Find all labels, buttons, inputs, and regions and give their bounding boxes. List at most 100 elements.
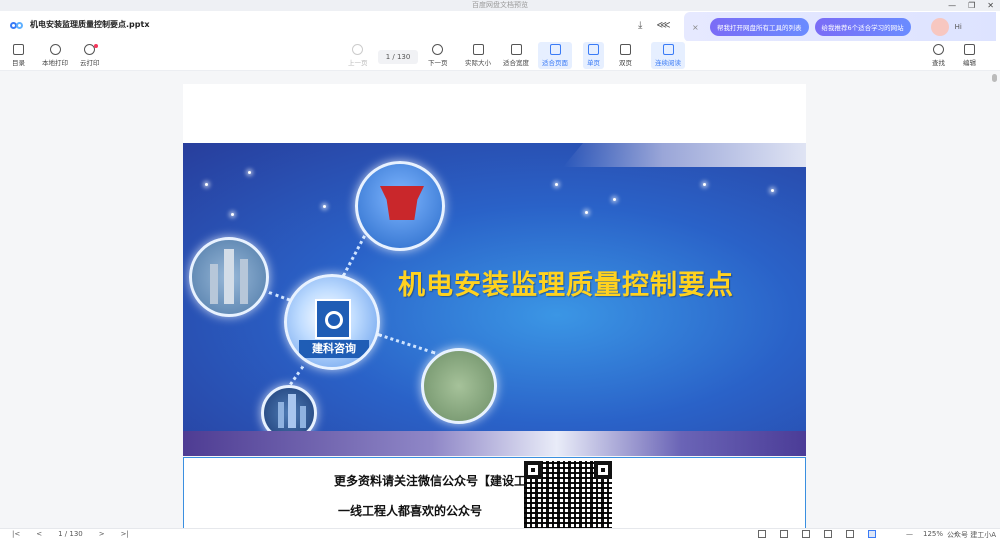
scroll-view-icon[interactable] xyxy=(802,530,810,538)
connector-line xyxy=(377,333,436,355)
fit-page-small-icon[interactable] xyxy=(868,530,876,538)
toc-button[interactable]: 目录 xyxy=(12,44,25,67)
star-decor xyxy=(231,213,234,216)
slide-top-margin xyxy=(183,84,806,143)
status-bar: |< < 1 / 130 > >| — 125% + 公众号 建工小A xyxy=(0,528,1000,541)
viewer-toolbar: 目录 本地打印 云打印 上一页 1 / 130 下一页 实际大小 适合宽度 适合… xyxy=(0,41,1000,71)
tower-shape xyxy=(300,406,306,428)
header-actions: ⤓ ⋘ xyxy=(638,20,671,31)
local-print-label: 本地打印 xyxy=(42,59,68,67)
next-page-small-button[interactable]: > xyxy=(99,530,105,538)
ai-suggestion-websites[interactable]: 给我推荐6个适合学习的网站 xyxy=(814,18,911,36)
toc-icon xyxy=(13,44,24,55)
star-decor xyxy=(205,183,208,186)
star-decor xyxy=(771,189,774,192)
edit-label: 编辑 xyxy=(963,59,976,67)
download-icon[interactable]: ⤓ xyxy=(638,20,642,31)
fit-page-label: 适合页面 xyxy=(542,59,568,67)
prev-page-button[interactable]: 上一页 xyxy=(348,44,368,67)
prev-page-small-button[interactable]: < xyxy=(36,530,42,538)
printer-icon xyxy=(49,44,61,55)
tower-shape xyxy=(210,264,218,304)
search-icon xyxy=(933,44,944,55)
zoom-out-button[interactable]: — xyxy=(906,530,913,538)
prev-icon xyxy=(352,44,364,55)
vertical-scrollbar[interactable] xyxy=(992,74,997,82)
ai-assistant-bar: × 帮我打开网盘所有工具的列表 给我推荐6个适合学习的网站 Hi xyxy=(684,12,996,42)
view-mode-buttons xyxy=(758,530,876,538)
cloud-print-badge xyxy=(94,44,98,48)
star-decor xyxy=(613,198,616,201)
single-page-label: 单页 xyxy=(587,59,600,67)
double-page-button[interactable]: 双页 xyxy=(619,44,632,67)
search-button[interactable]: 查找 xyxy=(932,44,945,67)
actual-size-small-icon[interactable] xyxy=(824,530,832,538)
share-icon[interactable]: ⋘ xyxy=(656,20,670,31)
qr-finder xyxy=(594,461,612,479)
zoom-level: 125% xyxy=(923,530,944,538)
prev-label: 上一页 xyxy=(348,59,368,67)
fit-page-button[interactable]: 适合页面 xyxy=(538,42,572,69)
double-page-label: 双页 xyxy=(619,59,632,67)
last-page-button[interactable]: >| xyxy=(121,530,129,538)
ai-greeting[interactable]: Hi xyxy=(955,23,962,31)
actual-size-button[interactable]: 实际大小 xyxy=(465,44,491,67)
single-page-icon xyxy=(588,44,599,55)
fit-width-label: 适合宽度 xyxy=(503,59,529,67)
slide-1: 建科咨询 机电安装监理质量控制要点 xyxy=(183,143,806,456)
window-titlebar: 百度网盘文档预览 — ❐ ✕ xyxy=(0,0,1000,11)
window-title: 百度网盘文档预览 xyxy=(472,1,528,9)
star-decor xyxy=(555,183,558,186)
single-page-button[interactable]: 单页 xyxy=(583,42,604,69)
local-print-button[interactable]: 本地打印 xyxy=(42,44,68,67)
watermark-text: 公众号 建工小A xyxy=(946,531,996,539)
tower-shape xyxy=(278,402,284,428)
first-page-button[interactable]: |< xyxy=(12,530,20,538)
fit-page-icon xyxy=(549,44,561,55)
expo-pavilion-globe xyxy=(355,161,445,251)
qr-code-image xyxy=(524,461,612,529)
file-title: 机电安装监理质量控制要点.pptx xyxy=(10,19,149,30)
slide-title: 机电安装监理质量控制要点 xyxy=(398,270,734,301)
star-decor xyxy=(323,205,326,208)
cloud-print-label: 云打印 xyxy=(80,59,100,67)
toc-label: 目录 xyxy=(12,59,25,67)
search-label: 查找 xyxy=(932,59,945,67)
next-label: 下一页 xyxy=(428,59,448,67)
star-decor xyxy=(585,211,588,214)
file-name: 机电安装监理质量控制要点.pptx xyxy=(30,20,150,29)
actual-size-label: 实际大小 xyxy=(465,59,491,67)
next-icon xyxy=(432,44,444,55)
double-page-icon xyxy=(620,44,631,55)
china-pavilion-image xyxy=(380,186,424,220)
next-page-button[interactable]: 下一页 xyxy=(428,44,448,67)
actual-size-icon xyxy=(472,44,484,55)
page-indicator-input[interactable]: 1 / 130 xyxy=(378,50,418,64)
company-logo-globe: 建科咨询 xyxy=(284,274,380,370)
ai-avatar[interactable] xyxy=(930,18,949,36)
continuous-reading-button[interactable]: 连续阅读 xyxy=(651,42,685,69)
slide-bottom-band xyxy=(183,431,806,456)
company-logo-icon xyxy=(315,299,351,339)
continuous-label: 连续阅读 xyxy=(655,59,681,67)
restore-icon[interactable]: ❐ xyxy=(968,0,975,11)
fit-width-button[interactable]: 适合宽度 xyxy=(503,44,529,67)
ai-close-icon[interactable]: × xyxy=(692,23,704,32)
baidu-netdisk-logo-icon xyxy=(10,20,24,30)
company-logo-text: 建科咨询 xyxy=(299,340,369,358)
slide-2: 更多资料请关注微信公众号【建设工程联盟】 一线工程人都喜欢的公众号 xyxy=(183,457,806,529)
fit-width-icon xyxy=(510,44,522,55)
star-decor xyxy=(703,183,706,186)
close-icon[interactable]: ✕ xyxy=(987,0,994,11)
single-view-icon[interactable] xyxy=(758,530,766,538)
status-page-indicator[interactable]: 1 / 130 xyxy=(58,530,83,538)
minimize-icon[interactable]: — xyxy=(948,0,956,11)
edit-button[interactable]: 编辑 xyxy=(963,44,976,67)
slide-top-band xyxy=(563,143,806,167)
qr-finder xyxy=(524,461,542,479)
fit-width-small-icon[interactable] xyxy=(846,530,854,538)
star-decor xyxy=(248,171,251,174)
double-view-icon[interactable] xyxy=(780,530,788,538)
aerial-park-globe xyxy=(421,348,497,424)
ai-suggestion-tools[interactable]: 帮我打开网盘所有工具的列表 xyxy=(710,18,809,36)
